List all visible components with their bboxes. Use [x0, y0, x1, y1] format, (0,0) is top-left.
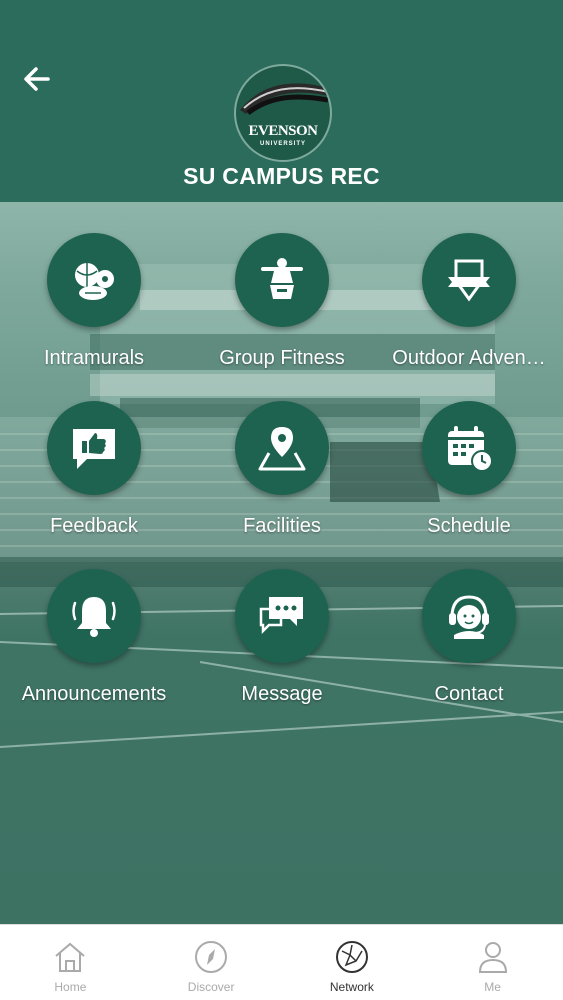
logo-wordmark: EVENSON: [248, 123, 318, 139]
tile-announcements[interactable]: Announcements: [0, 538, 188, 705]
bottom-tab-bar: Home Discover Network Me: [0, 924, 563, 1000]
tile-circle: [47, 233, 141, 327]
tile-intramurals[interactable]: Intramurals: [0, 202, 188, 369]
tab-label: Network: [329, 980, 374, 994]
tile-feedback[interactable]: Feedback: [0, 370, 188, 537]
bell-icon: [72, 597, 116, 637]
tile-circle: [422, 569, 516, 663]
home-icon: [55, 942, 86, 972]
tile-circle: [235, 233, 329, 327]
tile-circle: [422, 233, 516, 327]
tile-label: Message: [241, 683, 323, 705]
calendar-clock-icon: [448, 426, 493, 472]
tile-label: Announcements: [21, 683, 167, 705]
shield-banner-icon: [448, 259, 490, 302]
tile-circle: [235, 401, 329, 495]
tab-label: Discover: [187, 980, 235, 994]
university-logo: EVENSON UNIVERSITY: [234, 64, 332, 162]
tile-label: Facilities: [243, 515, 321, 537]
tile-label: Contact: [434, 683, 504, 705]
tile-label: Group Fitness: [219, 347, 345, 369]
tile-contact[interactable]: Contact: [375, 538, 563, 705]
tile-circle: [422, 401, 516, 495]
app-screen: EVENSON UNIVERSITY SU CAMPUS REC Intramu…: [0, 0, 563, 1000]
tile-group-fitness[interactable]: Group Fitness: [188, 202, 376, 369]
person-icon: [478, 942, 507, 973]
tab-network[interactable]: Network: [282, 925, 423, 1000]
tile-facilities[interactable]: Facilities: [188, 370, 376, 537]
tile-circle: [47, 401, 141, 495]
sports-balls-icon: [75, 263, 114, 300]
tab-label: Me: [484, 980, 501, 994]
tab-me[interactable]: Me: [422, 925, 563, 1000]
page-title: SU CAMPUS REC: [183, 163, 380, 189]
tile-message[interactable]: Message: [188, 538, 376, 705]
tile-label: Intramurals: [43, 347, 145, 369]
tile-circle: [235, 569, 329, 663]
headset-support-icon: [449, 595, 489, 639]
tab-label: Home: [54, 980, 87, 994]
tile-label: Outdoor Adven…: [392, 347, 546, 369]
tile-label: Schedule: [427, 515, 511, 537]
tab-home[interactable]: Home: [0, 925, 141, 1000]
compass-icon: [195, 941, 228, 973]
arrow-left-icon: [24, 67, 50, 91]
tile-circle: [47, 569, 141, 663]
header-bar: EVENSON UNIVERSITY SU CAMPUS REC: [0, 0, 563, 202]
chat-bubbles-icon: [259, 597, 303, 635]
thumbs-up-chat-icon: [73, 429, 115, 469]
network-globe-icon: [335, 941, 368, 973]
tile-schedule[interactable]: Schedule: [375, 370, 563, 537]
logo-subtext: UNIVERSITY: [259, 141, 306, 147]
back-button[interactable]: [18, 60, 58, 100]
tile-label: Feedback: [50, 515, 138, 537]
tile-outdoor-adventures[interactable]: Outdoor Adven…: [375, 202, 563, 369]
weightlifter-icon: [261, 258, 303, 299]
tab-discover[interactable]: Discover: [141, 925, 282, 1000]
map-pin-icon: [258, 427, 306, 471]
